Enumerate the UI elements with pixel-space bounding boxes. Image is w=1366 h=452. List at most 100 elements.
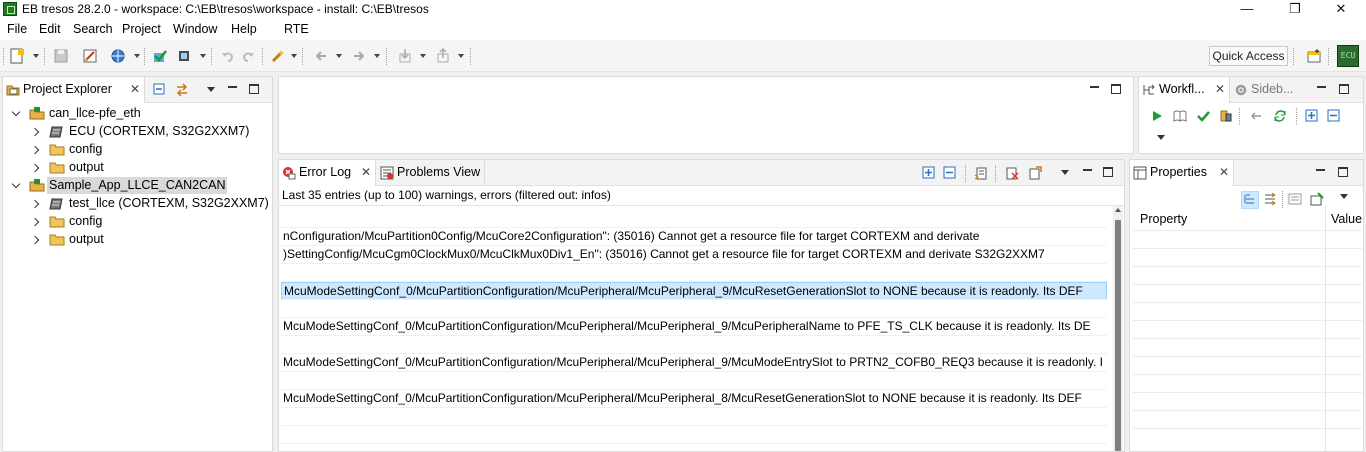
collapse-all-icon[interactable] [153,83,167,97]
maximize-view-icon[interactable] [249,84,259,94]
collapse-all-icon[interactable] [943,166,957,180]
tab-sidebar[interactable]: Sideb... [1231,77,1301,103]
log-entry-row[interactable]: McuModeSettingConf_0/McuPartitionConfigu… [281,354,1107,372]
maximize-view-icon[interactable] [1338,167,1348,177]
pin-properties-icon[interactable] [1310,192,1324,206]
refresh-icon[interactable] [1273,109,1287,123]
globe-dropdown-arrow-icon[interactable] [134,54,140,58]
close-icon[interactable]: ✕ [130,77,140,102]
minimize-view-icon[interactable] [1083,166,1093,176]
minimize-view-icon[interactable] [1316,166,1326,176]
tree-item-output[interactable]: output [3,159,271,177]
close-icon[interactable]: ✕ [1219,160,1229,185]
export-dropdown-arrow-icon[interactable] [458,54,464,58]
tree-item-config[interactable]: config [3,141,271,159]
forward-arrow-icon[interactable] [351,48,367,64]
undo-icon[interactable] [220,48,236,64]
view-menu-icon[interactable] [1157,135,1165,140]
log-entry-row[interactable] [281,336,1107,354]
menu-edit[interactable]: Edit [39,22,61,36]
chevron-down-icon[interactable] [11,107,21,117]
maximize-view-icon[interactable] [1103,167,1113,177]
minimize-view-icon[interactable] [1090,83,1100,93]
log-entry-row[interactable] [281,210,1107,228]
categories-icon[interactable] [1241,191,1259,209]
chevron-right-icon[interactable] [30,163,40,173]
menu-search[interactable]: Search [73,22,113,36]
export-icon[interactable] [435,48,451,64]
back-arrow-icon[interactable] [1249,109,1263,123]
tree-item-config[interactable]: config [3,213,271,231]
ecu-perspective-button[interactable]: ECU [1337,45,1359,67]
book-icon[interactable] [1173,109,1187,123]
tree-item-sample-app-llce-can2can[interactable]: Sample_App_LLCE_CAN2CAN [3,177,271,195]
close-button[interactable]: ✕ [1318,0,1364,19]
back-arrow-icon[interactable] [313,48,329,64]
scrollbar-thumb[interactable] [1115,220,1121,451]
import-icon[interactable] [397,48,413,64]
tab-workflows[interactable]: Workfl... ✕ [1139,77,1230,103]
open-perspective-icon[interactable] [1306,48,1322,64]
chevron-right-icon[interactable] [30,235,40,245]
minimize-button[interactable]: — [1224,0,1270,19]
property-column-header[interactable]: Property [1140,212,1187,226]
tree-item-output[interactable]: output [3,231,271,249]
log-entry-row[interactable] [281,264,1107,282]
error-log-scrollbar[interactable] [1113,206,1123,451]
tab-project-explorer[interactable]: Project Explorer ✕ [3,77,145,103]
collapse-all-icon[interactable] [1327,109,1341,123]
menu-project[interactable]: Project [122,22,161,36]
validate-icon[interactable] [176,48,192,64]
wand-dropdown-arrow-icon[interactable] [291,54,297,58]
maximize-button[interactable]: ❐ [1272,0,1318,19]
close-icon[interactable]: ✕ [1215,77,1225,102]
menu-rte[interactable]: RTE [284,22,309,36]
maximize-view-icon[interactable] [1111,84,1121,94]
log-entry-row[interactable]: McuModeSettingConf_0/McuPartitionConfigu… [281,282,1107,300]
tree-item-test-llce[interactable]: test_llce (CORTEXM, S32G2XXM7) [3,195,271,213]
log-entry-row[interactable]: McuModeSettingConf_0/McuPartitionConfigu… [281,390,1107,408]
tab-properties[interactable]: Properties ✕ [1130,160,1234,186]
expand-all-icon[interactable] [922,166,936,180]
log-entry-row[interactable]: )SettingConfig/McuCgm0ClockMux0/McuClkMu… [281,246,1107,264]
log-entry-row[interactable]: nConfiguration/McuPartition0Config/McuCo… [281,228,1107,246]
view-menu-icon[interactable] [1061,170,1069,175]
log-entry-row[interactable] [281,444,1107,451]
validate-dropdown-arrow-icon[interactable] [200,54,206,58]
wand-icon[interactable] [270,48,286,64]
menu-help[interactable]: Help [231,22,257,36]
back-dropdown-arrow-icon[interactable] [336,54,342,58]
tree-item-can-llce-pfe-eth[interactable]: can_llce-pfe_eth [3,105,271,123]
workflow-step-icon[interactable] [1219,109,1233,123]
close-icon[interactable]: ✕ [361,160,371,185]
menu-window[interactable]: Window [173,22,217,36]
import-dropdown-arrow-icon[interactable] [420,54,426,58]
filter-advanced-icon[interactable] [1263,192,1277,206]
open-log-icon[interactable] [1028,166,1042,180]
maximize-view-icon[interactable] [1339,84,1349,94]
scroll-up-arrow-icon[interactable] [1115,208,1121,212]
redo-icon[interactable] [240,48,256,64]
link-with-editor-icon[interactable] [175,83,189,97]
tab-problems-view[interactable]: Problems View [377,160,485,186]
globe-icon[interactable] [110,48,126,64]
forward-dropdown-arrow-icon[interactable] [374,54,380,58]
log-entry-row[interactable]: McuModeSettingConf_0/McuPartitionConfigu… [281,318,1107,336]
generate-code-icon[interactable] [152,48,168,64]
save-icon[interactable] [53,48,69,64]
edit-config-icon[interactable] [82,48,98,64]
chevron-right-icon[interactable] [30,145,40,155]
chevron-right-icon[interactable] [30,127,40,137]
minimize-view-icon[interactable] [228,83,238,93]
export-log-icon[interactable] [974,166,988,180]
chevron-down-icon[interactable] [11,179,21,189]
clear-log-icon[interactable] [1005,166,1019,180]
log-entry-row[interactable] [281,408,1107,426]
tab-error-log[interactable]: Error Log ✕ [279,160,376,186]
log-entry-row[interactable] [281,300,1107,318]
view-menu-icon[interactable] [207,87,215,92]
menu-file[interactable]: File [7,22,27,36]
restore-default-icon[interactable] [1288,192,1302,206]
quick-access-field[interactable]: Quick Access [1209,46,1288,66]
view-menu-icon[interactable] [1340,194,1348,199]
